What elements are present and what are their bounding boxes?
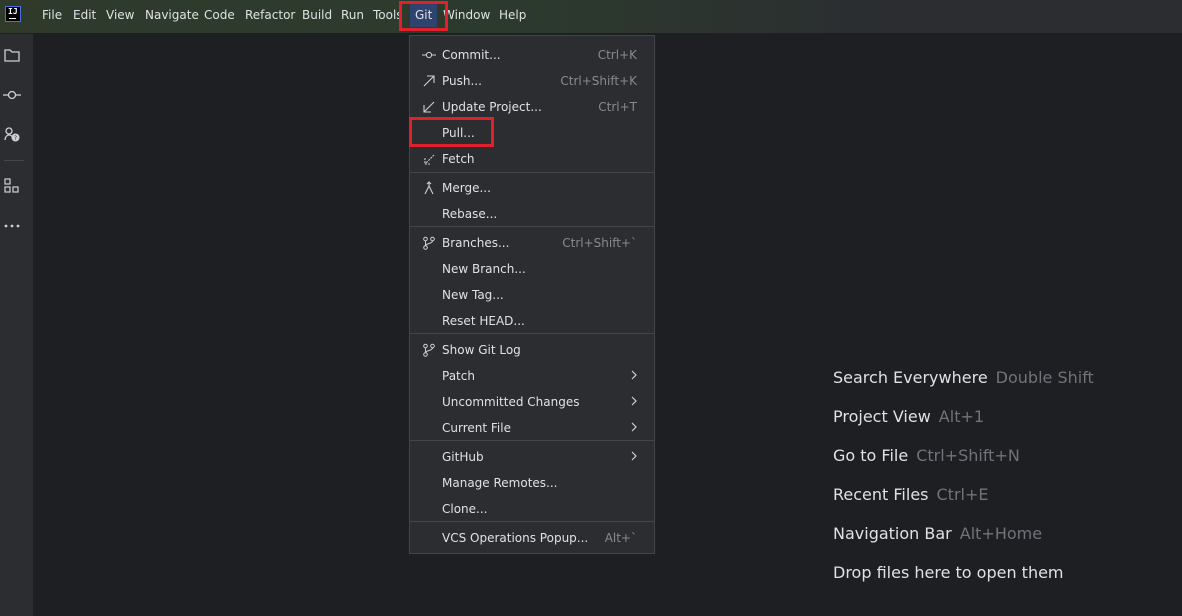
hint-key: Alt+1: [938, 407, 985, 426]
git-menu-fetch[interactable]: Fetch: [410, 147, 654, 171]
menu-refactor[interactable]: Refactor: [245, 8, 295, 22]
hint-go-to-file: Go to File Ctrl+Shift+N: [833, 446, 1020, 465]
hint-label: Project View: [833, 407, 931, 426]
git-menu-manage-remotes[interactable]: Manage Remotes...: [410, 471, 654, 495]
commit-icon[interactable]: [3, 86, 21, 104]
git-menu-vcs-operations-popup[interactable]: VCS Operations Popup... Alt+`: [410, 526, 654, 550]
git-menu-patch[interactable]: Patch: [410, 364, 654, 388]
more-tools-icon[interactable]: [3, 217, 21, 235]
menu-edit[interactable]: Edit: [73, 8, 96, 22]
hint-label: Go to File: [833, 446, 909, 465]
menu-item-label: Show Git Log: [442, 343, 521, 357]
merge-icon: [424, 181, 434, 195]
hint-recent-files: Recent Files Ctrl+E: [833, 485, 988, 504]
commit-icon: [422, 51, 436, 59]
hint-label: Search Everywhere: [833, 368, 988, 387]
menu-item-shortcut: Ctrl+Shift+K: [560, 74, 637, 88]
chevron-right-icon: [631, 451, 637, 461]
git-menu-push[interactable]: Push... Ctrl+Shift+K: [410, 69, 654, 93]
push-arrow-icon: [423, 75, 435, 87]
menu-item-label: Rebase...: [442, 207, 498, 221]
menu-separator: [410, 226, 654, 227]
menu-item-label: Branches...: [442, 236, 510, 250]
hint-drop-files: Drop files here to open them: [833, 563, 1064, 582]
structure-icon[interactable]: [3, 177, 21, 195]
git-menu-commit[interactable]: Commit... Ctrl+K: [410, 43, 654, 67]
menu-separator: [410, 333, 654, 334]
menu-item-label: Reset HEAD...: [442, 314, 525, 328]
menu-file[interactable]: File: [42, 8, 62, 22]
menu-tools[interactable]: Tools: [373, 8, 403, 22]
hint-search-everywhere: Search Everywhere Double Shift: [833, 368, 1094, 387]
menu-help[interactable]: Help: [499, 8, 526, 22]
menu-item-label: VCS Operations Popup...: [442, 531, 589, 545]
tool-window-strip: ?: [0, 34, 34, 616]
menu-navigate[interactable]: Navigate: [145, 8, 199, 22]
git-menu-pull[interactable]: Pull...: [410, 121, 654, 145]
hint-label: Recent Files: [833, 485, 929, 504]
git-log-icon: [423, 343, 435, 357]
menu-item-label: New Branch...: [442, 262, 526, 276]
main-menubar: IJ File Edit View Navigate Code Refactor…: [0, 0, 1182, 34]
git-dropdown-menu: Commit... Ctrl+K Push... Ctrl+Shift+K Up…: [409, 35, 655, 554]
menu-separator: [410, 521, 654, 522]
git-menu-new-branch[interactable]: New Branch...: [410, 257, 654, 281]
hint-key: Alt+Home: [959, 524, 1043, 543]
menu-item-label: Merge...: [442, 181, 491, 195]
menu-item-label: Update Project...: [442, 100, 542, 114]
menu-view[interactable]: View: [106, 8, 134, 22]
menu-item-shortcut: Ctrl+K: [597, 48, 637, 62]
update-arrow-icon: [423, 101, 435, 113]
menu-window[interactable]: Window: [443, 8, 490, 22]
chevron-right-icon: [631, 396, 637, 406]
git-menu-clone[interactable]: Clone...: [410, 497, 654, 521]
menu-run[interactable]: Run: [341, 8, 364, 22]
menu-item-shortcut: Ctrl+T: [598, 100, 637, 114]
hint-key: Ctrl+Shift+N: [916, 446, 1020, 465]
hint-navigation-bar: Navigation Bar Alt+Home: [833, 524, 1042, 543]
menu-git[interactable]: Git: [410, 4, 438, 27]
intellij-logo-icon[interactable]: IJ: [5, 6, 21, 22]
hint-key: Double Shift: [995, 368, 1094, 387]
git-menu-update-project[interactable]: Update Project... Ctrl+T: [410, 95, 654, 119]
git-menu-branches[interactable]: Branches... Ctrl+Shift+`: [410, 231, 654, 255]
svg-text:?: ?: [14, 135, 17, 142]
git-menu-merge[interactable]: Merge...: [410, 176, 654, 200]
git-menu-reset-head[interactable]: Reset HEAD...: [410, 309, 654, 333]
menu-code[interactable]: Code: [204, 8, 235, 22]
chevron-right-icon: [631, 422, 637, 432]
hint-label: Drop files here to open them: [833, 563, 1064, 582]
menu-item-label: New Tag...: [442, 288, 504, 302]
menu-separator: [410, 440, 654, 441]
hint-project-view: Project View Alt+1: [833, 407, 984, 426]
hint-label: Navigation Bar: [833, 524, 952, 543]
menu-item-label: Clone...: [442, 502, 488, 516]
git-menu-github[interactable]: GitHub: [410, 445, 654, 469]
pull-requests-icon[interactable]: ?: [3, 125, 21, 143]
git-menu-new-tag[interactable]: New Tag...: [410, 283, 654, 307]
git-menu-show-log[interactable]: Show Git Log: [410, 338, 654, 362]
menu-item-label: Uncommitted Changes: [442, 395, 580, 409]
branch-icon: [423, 236, 435, 250]
project-folder-icon[interactable]: [3, 46, 21, 64]
git-menu-rebase[interactable]: Rebase...: [410, 202, 654, 226]
git-menu-current-file[interactable]: Current File: [410, 416, 654, 440]
menu-item-label: Push...: [442, 74, 482, 88]
menu-item-label: Pull...: [442, 126, 475, 140]
menu-item-shortcut: Ctrl+Shift+`: [562, 236, 637, 250]
menu-build[interactable]: Build: [302, 8, 332, 22]
chevron-right-icon: [631, 370, 637, 380]
menu-item-label: GitHub: [442, 450, 484, 464]
hint-key: Ctrl+E: [936, 485, 989, 504]
menu-item-shortcut: Alt+`: [604, 531, 637, 545]
menu-item-label: Patch: [442, 369, 475, 383]
menu-separator: [410, 172, 654, 173]
menu-item-label: Fetch: [442, 152, 475, 166]
menu-item-label: Current File: [442, 421, 511, 435]
git-menu-uncommitted-changes[interactable]: Uncommitted Changes: [410, 390, 654, 414]
menu-item-label: Commit...: [442, 48, 501, 62]
strip-divider: [4, 160, 24, 161]
fetch-arrow-icon: [424, 154, 435, 165]
menu-item-label: Manage Remotes...: [442, 476, 558, 490]
